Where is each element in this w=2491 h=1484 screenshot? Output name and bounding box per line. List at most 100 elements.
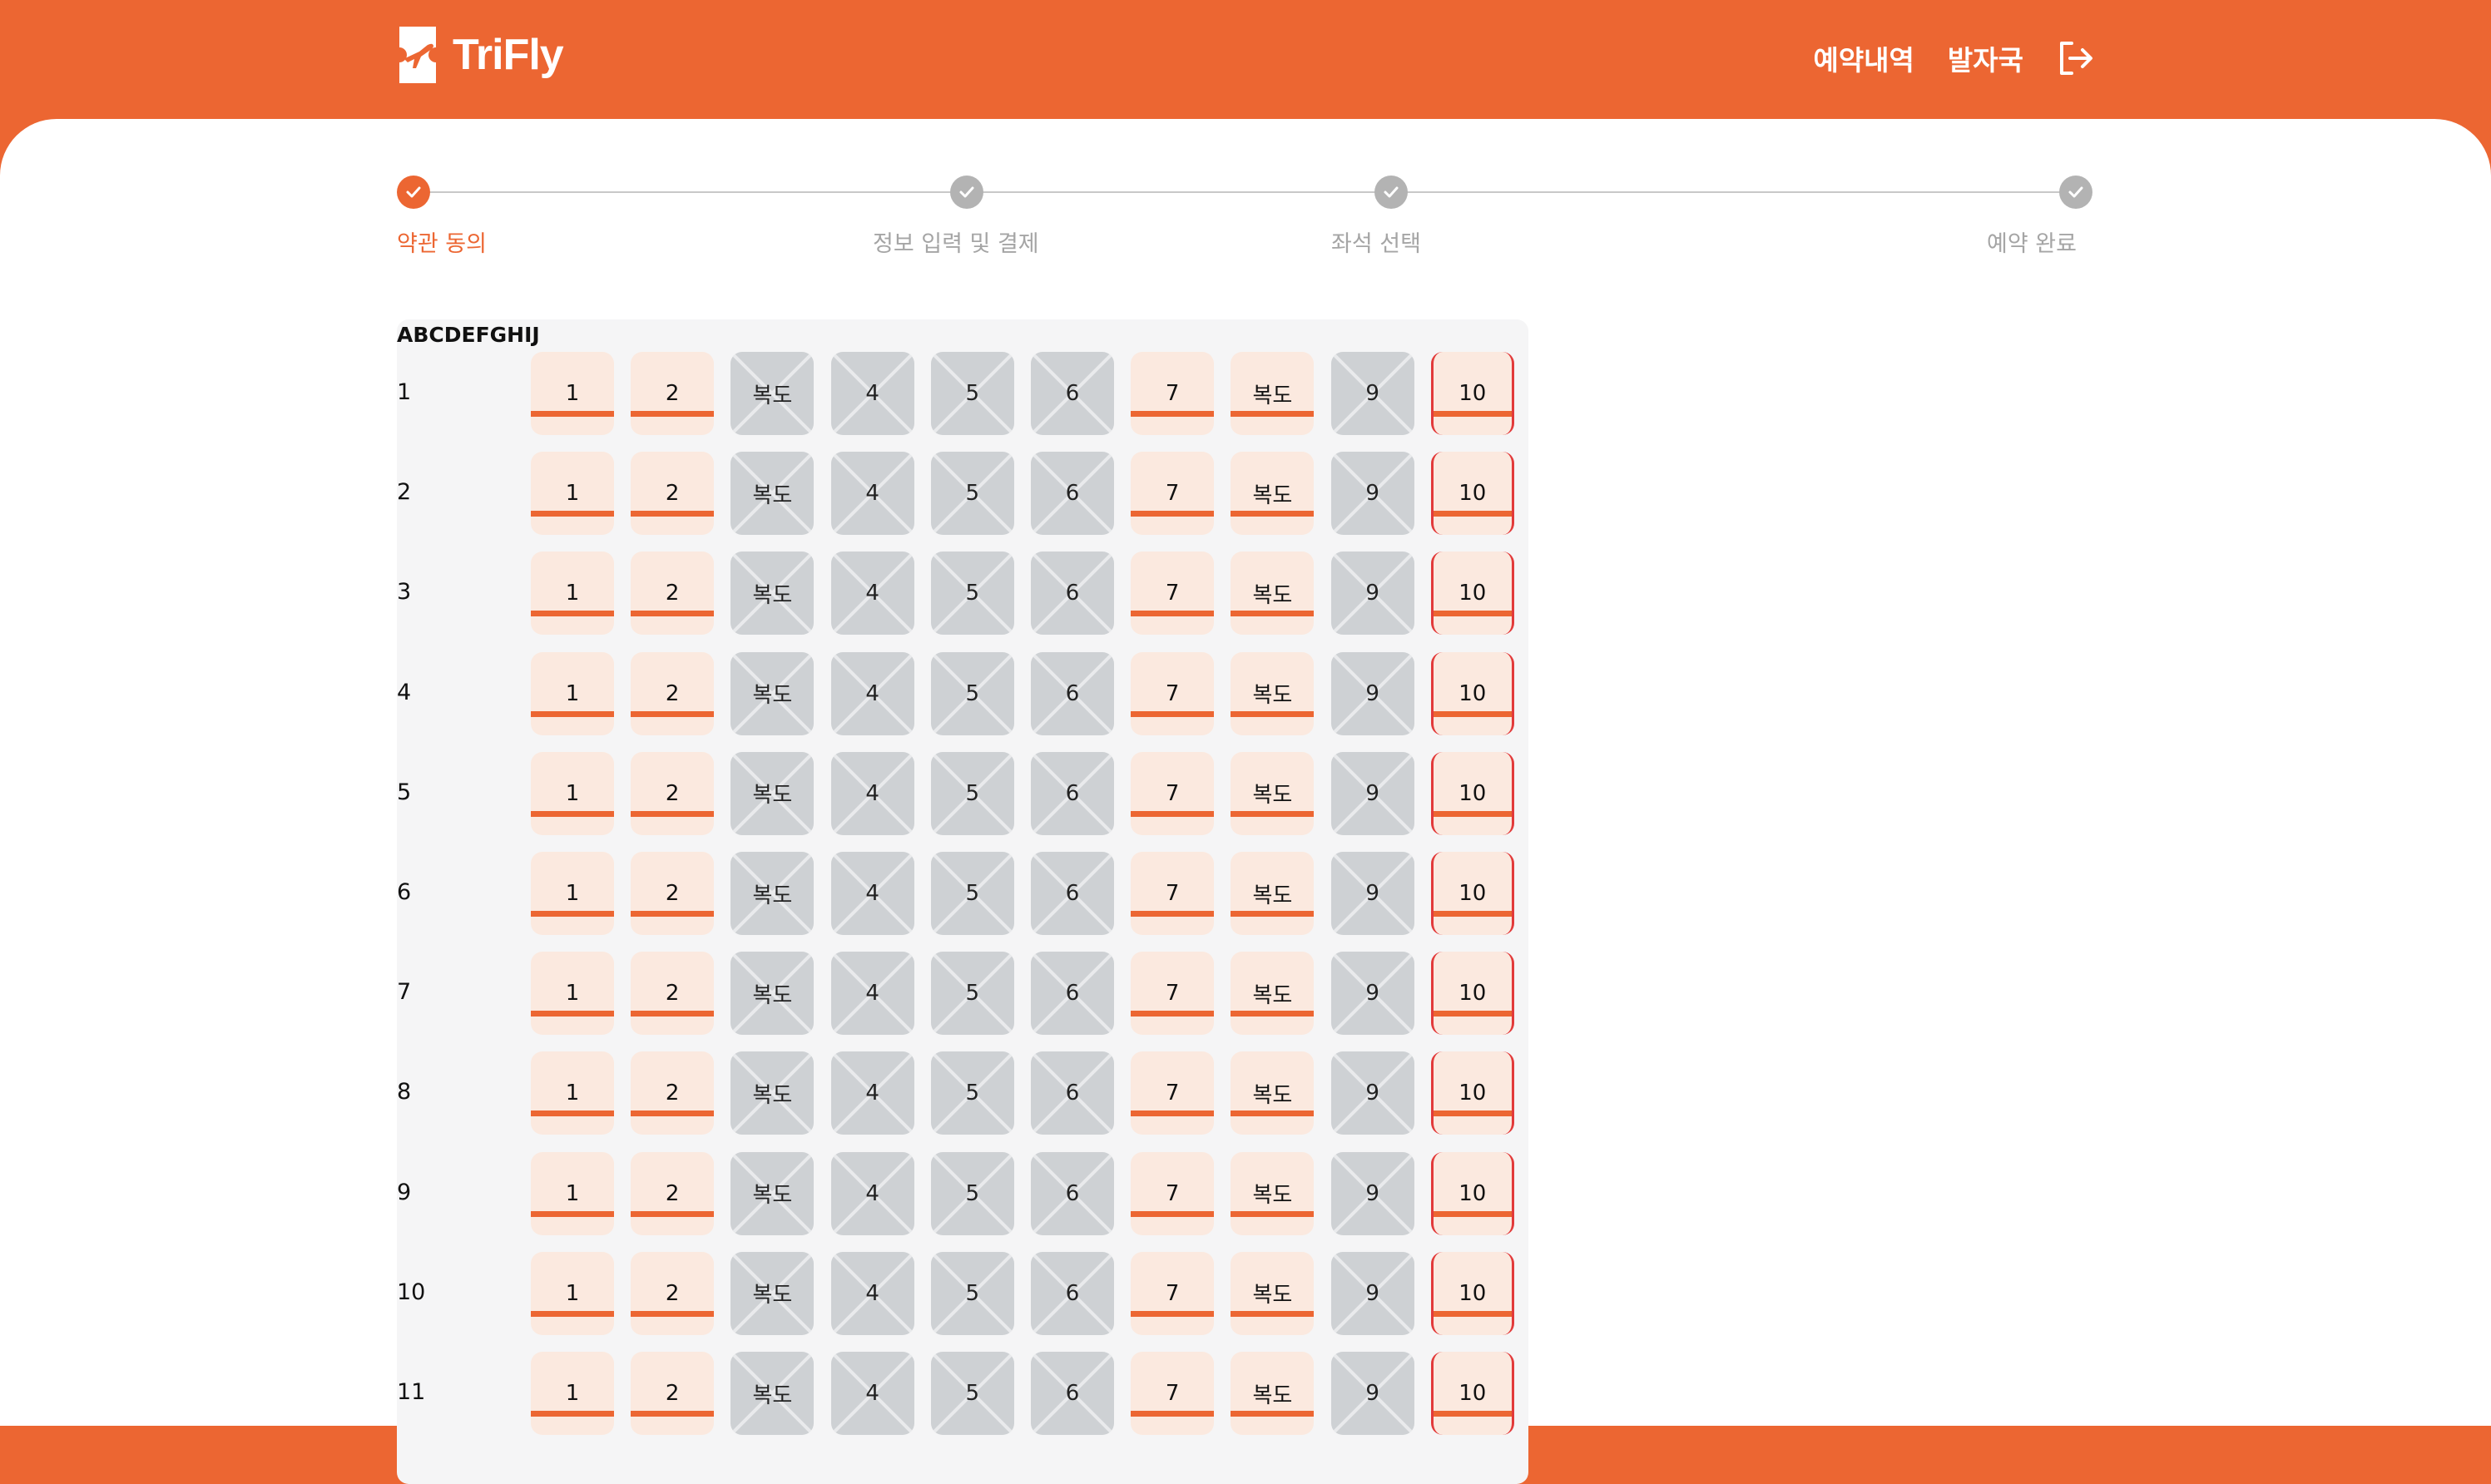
seat-available[interactable]: 10 [1430,552,1514,636]
seat-available[interactable]: 10 [1430,952,1514,1036]
seat-available[interactable]: 1 [531,952,614,1036]
seat-unavailable: 9 [1330,352,1414,435]
seat-unavailable: 복도 [730,1251,815,1335]
seat-label: 4 [865,381,879,406]
seat-label: 6 [1065,581,1080,606]
seat-available[interactable]: 복도 [1231,1352,1315,1435]
seat-available[interactable]: 1 [531,552,614,636]
seat-label: 7 [1165,1180,1180,1206]
seat-available[interactable]: 7 [1131,1051,1215,1135]
seat-available[interactable]: 복도 [1231,552,1315,636]
seat-unavailable: 5 [930,751,1014,835]
stepper-line [414,191,2078,193]
seat-label: 9 [1365,581,1379,606]
step-label: 정보 입력 및 결제 [873,231,1039,257]
seat-available[interactable]: 7 [1131,952,1215,1036]
seat-available[interactable]: 1 [531,651,614,735]
seat-available[interactable]: 7 [1131,552,1215,636]
logout-icon[interactable] [2057,39,2095,77]
seat-available[interactable]: 1 [531,352,614,435]
top-nav: 예약내역 발자국 [1813,33,2095,83]
seat-available[interactable]: 2 [631,552,715,636]
seat-available[interactable]: 2 [631,1151,715,1235]
seat-label: 6 [1065,881,1080,906]
seat-available[interactable]: 1 [531,452,614,536]
seat-unavailable: 4 [830,552,914,636]
seat-label: 4 [865,581,879,606]
seat-label: 7 [1165,581,1180,606]
seat-available[interactable]: 복도 [1231,852,1315,935]
seat-label: 6 [1065,981,1080,1007]
logo[interactable]: TriFly [398,25,564,85]
seat-available[interactable]: 1 [531,1151,614,1235]
nav-reservations-link[interactable]: 예약내역 [1813,38,1914,78]
seat-available[interactable]: 1 [531,751,614,835]
seat-available[interactable]: 복도 [1231,1151,1315,1235]
seat-label: 1 [565,680,580,706]
seat-available[interactable]: 2 [631,1251,715,1335]
seat-unavailable: 5 [930,1051,1014,1135]
seat-available[interactable]: 10 [1430,352,1514,435]
seat-label: 1 [565,381,580,406]
seat-available[interactable]: 복도 [1231,352,1315,435]
seat-label: 5 [965,481,980,507]
seat-label: 2 [665,1381,680,1406]
seat-label: 6 [1065,1180,1080,1206]
seat-unavailable: 복도 [730,452,815,536]
seat-available[interactable]: 복도 [1231,952,1315,1036]
seat-available[interactable]: 10 [1430,751,1514,835]
seat-available[interactable]: 2 [631,352,715,435]
seat-available[interactable]: 2 [631,852,715,935]
seat-label: 2 [665,680,680,706]
seat-available[interactable]: 7 [1131,852,1215,935]
seat-available[interactable]: 복도 [1231,751,1315,835]
seat-available[interactable]: 10 [1430,852,1514,935]
seat-available[interactable]: 복도 [1231,651,1315,735]
seat-label: 4 [865,1180,879,1206]
nav-departure-link[interactable]: 발자국 [1948,38,2023,78]
seat-available[interactable]: 7 [1131,1151,1215,1235]
seat-label: 5 [965,381,980,406]
seat-available[interactable]: 1 [531,1352,614,1435]
seat-unavailable: 6 [1031,852,1114,935]
seat-available[interactable]: 복도 [1231,1251,1315,1335]
seat-label: 6 [1065,780,1080,806]
seat-label: 2 [665,1180,680,1206]
seat-available[interactable]: 10 [1430,452,1514,536]
seat-available[interactable]: 7 [1131,651,1215,735]
seat-label: 복도 [1252,1082,1293,1108]
seat-label: 9 [1365,381,1379,406]
seat-label: 7 [1165,1081,1180,1106]
seat-available[interactable]: 복도 [1231,452,1315,536]
seat-available[interactable]: 10 [1430,1051,1514,1135]
seat-available[interactable]: 2 [631,452,715,536]
seat-unavailable: 5 [930,1151,1014,1235]
seat-available[interactable]: 2 [631,651,715,735]
seat-available[interactable]: 1 [531,852,614,935]
seat-unavailable: 5 [930,1352,1014,1435]
seat-label: 복도 [1252,982,1293,1008]
seat-available[interactable]: 10 [1430,1251,1514,1335]
seat-available[interactable]: 7 [1131,352,1215,435]
seat-available[interactable]: 7 [1131,452,1215,536]
seat-unavailable: 4 [830,1251,914,1335]
seat-available[interactable]: 2 [631,1352,715,1435]
seat-available[interactable]: 7 [1131,751,1215,835]
seat-available[interactable]: 10 [1430,1352,1514,1435]
seat-available[interactable]: 7 [1131,1251,1215,1335]
seat-label: 10 [1458,780,1487,806]
seat-label: 복도 [1252,1383,1293,1408]
seat-available[interactable]: 2 [631,1051,715,1135]
seat-available[interactable]: 10 [1430,1151,1514,1235]
seat-available[interactable]: 7 [1131,1352,1215,1435]
seat-available[interactable]: 1 [531,1251,614,1335]
seat-available[interactable]: 1 [531,1051,614,1135]
seat-available[interactable]: 2 [631,751,715,835]
seat-available[interactable]: 10 [1430,651,1514,735]
seat-unavailable: 4 [830,352,914,435]
seat-available[interactable]: 복도 [1231,1051,1315,1135]
seat-available[interactable]: 2 [631,952,715,1036]
seat-unavailable: 4 [830,452,914,536]
step-check-icon [397,176,430,209]
step-2: 정보 입력 및 결제 [873,176,1039,258]
